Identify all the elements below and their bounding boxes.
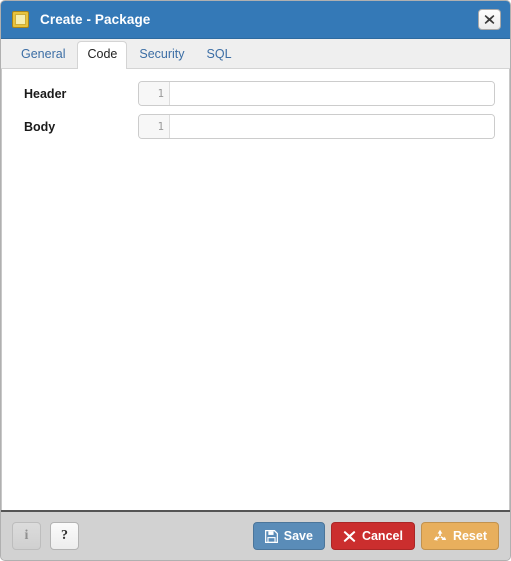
header-label: Header	[24, 86, 67, 101]
tab-panel-code: Header 1 Body 1	[1, 69, 510, 510]
dialog-title: Create - Package	[40, 12, 151, 27]
recycle-icon	[433, 529, 447, 543]
title-bar: Create - Package	[1, 1, 510, 39]
tab-bar: General Code Security SQL	[1, 39, 510, 69]
body-code-input[interactable]	[170, 115, 494, 138]
tab-sql[interactable]: SQL	[197, 41, 242, 68]
save-button-label: Save	[283, 529, 313, 543]
form-row-body: Body 1	[16, 114, 495, 139]
dialog-footer: i ? Save Cancel Reset	[1, 510, 510, 560]
footer-left-group: i ?	[12, 522, 79, 550]
cancel-button[interactable]: Cancel	[330, 522, 415, 550]
footer-right-group: Save Cancel Reset	[252, 522, 499, 550]
help-button[interactable]: ?	[50, 522, 79, 550]
cancel-button-label: Cancel	[361, 529, 403, 543]
header-code-editor[interactable]: 1	[138, 81, 495, 106]
floppy-disk-icon	[264, 529, 278, 543]
body-line-number: 1	[139, 115, 170, 138]
reset-button-label: Reset	[452, 529, 487, 543]
save-button[interactable]: Save	[252, 522, 325, 550]
reset-button[interactable]: Reset	[420, 522, 499, 550]
header-line-number: 1	[139, 82, 170, 105]
dialog-window: Create - Package General Code Security S…	[0, 0, 511, 561]
body-code-editor[interactable]: 1	[138, 114, 495, 139]
close-icon[interactable]	[478, 9, 501, 30]
tab-general[interactable]: General	[11, 41, 75, 68]
tab-code[interactable]: Code	[77, 41, 128, 69]
header-code-input[interactable]	[170, 82, 494, 105]
close-x-icon	[343, 530, 356, 543]
info-button[interactable]: i	[12, 522, 41, 550]
form-row-header: Header 1	[16, 81, 495, 106]
package-icon	[12, 11, 29, 28]
tab-security[interactable]: Security	[129, 41, 194, 68]
body-label: Body	[24, 119, 56, 134]
